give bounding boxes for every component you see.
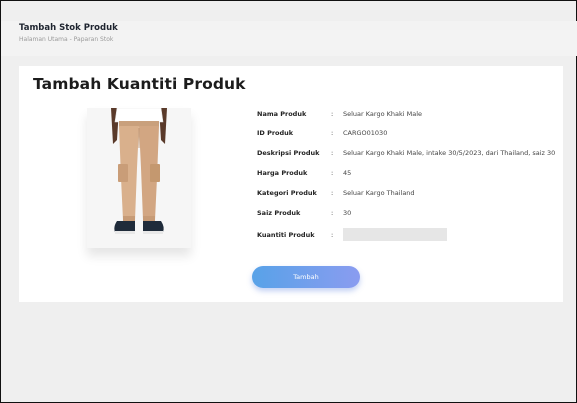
detail-colon: : bbox=[331, 189, 334, 197]
card-title: Tambah Kuantiti Produk bbox=[33, 75, 246, 93]
detail-colon: : bbox=[331, 129, 334, 137]
page-header: Tambah Stok Produk Halaman Utama - Papar… bbox=[1, 21, 577, 56]
detail-label: Nama Produk bbox=[257, 110, 307, 118]
page-title: Tambah Stok Produk bbox=[19, 23, 118, 33]
detail-value: Seluar Kargo Thailand bbox=[343, 189, 415, 197]
product-image bbox=[87, 107, 191, 248]
breadcrumb: Halaman Utama - Paparan Stok bbox=[19, 36, 114, 43]
detail-label: Kategori Produk bbox=[257, 189, 317, 197]
detail-colon: : bbox=[331, 209, 334, 217]
detail-colon: : bbox=[331, 149, 334, 157]
detail-value: Seluar Kargo Khaki Male, intake 30/5/202… bbox=[343, 149, 556, 157]
add-quantity-card: Tambah Kuantiti Produk Nama Produk: Sel… bbox=[19, 66, 563, 302]
quantity-label: Kuantiti Produk bbox=[257, 231, 315, 239]
detail-label: Harga Produk bbox=[257, 169, 308, 177]
quantity-input[interactable] bbox=[343, 228, 447, 241]
detail-value: 45 bbox=[343, 169, 352, 177]
detail-label: ID Produk bbox=[257, 129, 294, 137]
detail-label: Saiz Produk bbox=[257, 209, 301, 217]
tambah-button[interactable]: Tambah bbox=[252, 266, 360, 288]
detail-label: Deskripsi Produk bbox=[257, 149, 320, 157]
khaki-cargo-pants-illustration bbox=[87, 107, 191, 248]
app-window: Tambah Stok Produk Halaman Utama - Papar… bbox=[0, 0, 577, 403]
detail-colon: : bbox=[331, 110, 334, 118]
detail-colon: : bbox=[331, 169, 334, 177]
detail-value: CARGO01030 bbox=[343, 129, 388, 137]
detail-value: Seluar Kargo Khaki Male bbox=[343, 110, 423, 118]
detail-colon: : bbox=[331, 231, 334, 239]
detail-value: 30 bbox=[343, 209, 352, 217]
